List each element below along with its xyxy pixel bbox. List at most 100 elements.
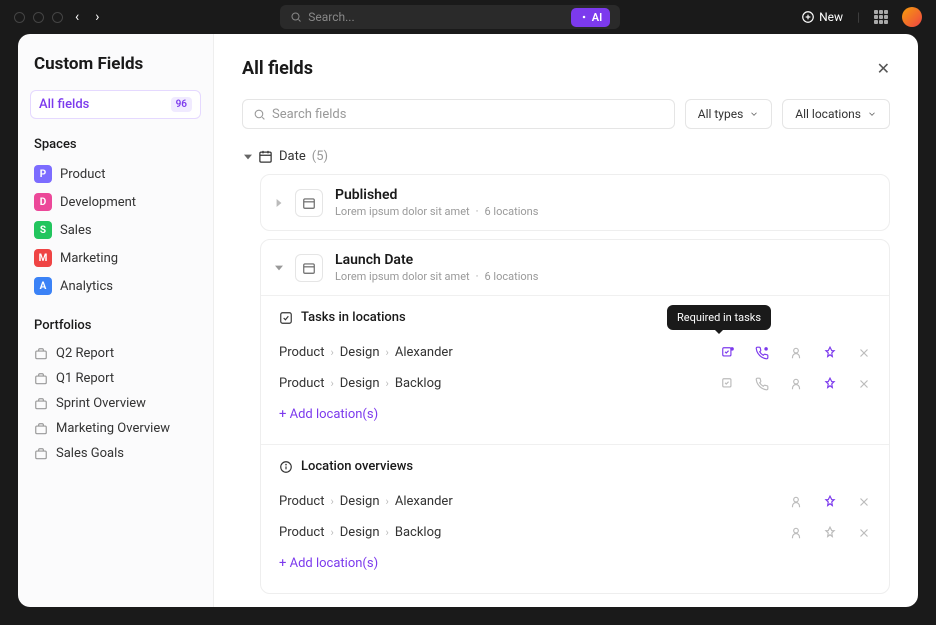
search-icon (290, 11, 302, 23)
info-icon (279, 460, 293, 474)
calendar-icon (295, 189, 323, 217)
sidebar-portfolio-item[interactable]: Sprint Overview (30, 391, 201, 416)
briefcase-icon (34, 397, 48, 411)
user-avatar[interactable] (902, 7, 922, 27)
remove-icon[interactable] (857, 526, 871, 540)
breadcrumb[interactable]: Product› Design› Alexander (279, 494, 453, 509)
user-icon[interactable] (789, 495, 803, 509)
space-icon: D (34, 193, 52, 211)
breadcrumb[interactable]: Product› Design› Alexander (279, 345, 453, 360)
chevron-down-icon (867, 109, 877, 119)
space-icon: A (34, 277, 52, 295)
sidebar-space-item[interactable]: M Marketing (30, 244, 201, 272)
caret-down-icon[interactable] (275, 264, 283, 272)
search-placeholder: Search... (308, 10, 354, 24)
phone-icon[interactable] (755, 377, 769, 391)
space-label: Marketing (60, 251, 118, 266)
spaces-header: Spaces (30, 137, 201, 152)
space-label: Development (60, 195, 136, 210)
phone-icon[interactable] (755, 346, 769, 360)
location-row: Product› Design› Backlog (279, 368, 871, 399)
sidebar-space-item[interactable]: D Development (30, 188, 201, 216)
search-icon (253, 108, 266, 121)
space-label: Analytics (60, 279, 113, 294)
apps-grid-icon[interactable] (874, 10, 888, 24)
sidebar-portfolio-item[interactable]: Marketing Overview (30, 416, 201, 441)
remove-icon[interactable] (857, 377, 871, 391)
pin-icon[interactable] (823, 377, 837, 391)
remove-icon[interactable] (857, 346, 871, 360)
location-row: Product› Design› Backlog (279, 517, 871, 548)
portfolio-label: Q1 Report (56, 371, 114, 386)
sidebar-all-fields[interactable]: All fields 96 (30, 90, 201, 119)
field-meta: Lorem ipsum dolor sit amet·6 locations (335, 270, 538, 283)
location-row: Product› Design› Alexander (279, 486, 871, 517)
portfolio-label: Marketing Overview (56, 421, 170, 436)
briefcase-icon (34, 347, 48, 361)
all-fields-count: 96 (171, 97, 192, 112)
field-name: Published (335, 187, 538, 203)
pin-icon[interactable] (823, 346, 837, 360)
chevron-down-icon (749, 109, 759, 119)
field-card-published[interactable]: Published Lorem ipsum dolor sit amet·6 l… (260, 174, 890, 231)
plus-circle-icon (801, 10, 815, 24)
briefcase-icon (34, 372, 48, 386)
overviews-panel-header: Location overviews (279, 459, 871, 474)
field-name: Launch Date (335, 252, 538, 268)
space-icon: M (34, 249, 52, 267)
field-meta: Lorem ipsum dolor sit amet·6 locations (335, 205, 538, 218)
pin-icon[interactable] (823, 495, 837, 509)
user-icon[interactable] (789, 526, 803, 540)
filter-types[interactable]: All types (685, 99, 773, 129)
breadcrumb[interactable]: Product› Design› Backlog (279, 525, 441, 540)
page-title: All fields (242, 58, 313, 79)
tooltip: Required in tasks (667, 305, 771, 330)
caret-right-icon[interactable] (275, 199, 283, 207)
add-location-button[interactable]: + Add location(s) (279, 399, 871, 430)
breadcrumb[interactable]: Product› Design› Backlog (279, 376, 441, 391)
space-icon: S (34, 221, 52, 239)
space-label: Sales (60, 223, 92, 238)
portfolio-label: Sprint Overview (56, 396, 146, 411)
sidebar-space-item[interactable]: P Product (30, 160, 201, 188)
briefcase-icon (34, 422, 48, 436)
sidebar-space-item[interactable]: A Analytics (30, 272, 201, 300)
calendar-icon (295, 254, 323, 282)
portfolios-header: Portfolios (30, 318, 201, 333)
field-card-launch-date[interactable]: Launch Date Lorem ipsum dolor sit amet·6… (260, 239, 890, 594)
sidebar-portfolio-item[interactable]: Q2 Report (30, 341, 201, 366)
nav-back-icon[interactable]: ‹ (75, 9, 79, 25)
space-icon: P (34, 165, 52, 183)
ai-button[interactable]: AI (571, 8, 611, 27)
sidebar-portfolio-item[interactable]: Sales Goals (30, 441, 201, 466)
user-icon[interactable] (789, 346, 803, 360)
required-task-icon[interactable] (721, 377, 735, 391)
new-button[interactable]: New (801, 10, 843, 24)
sparkle-icon (579, 12, 589, 22)
caret-down-icon (244, 153, 252, 161)
location-row: Required in tasks Product› Design› Alexa… (279, 337, 871, 368)
sidebar-space-item[interactable]: S Sales (30, 216, 201, 244)
space-label: Product (60, 167, 105, 182)
sidebar-portfolio-item[interactable]: Q1 Report (30, 366, 201, 391)
remove-icon[interactable] (857, 495, 871, 509)
portfolio-label: Sales Goals (56, 446, 124, 461)
nav-forward-icon[interactable]: › (95, 9, 99, 25)
global-search-input[interactable]: Search... AI (280, 5, 620, 29)
required-task-icon[interactable] (721, 346, 735, 360)
close-icon[interactable]: ✕ (877, 59, 890, 78)
portfolio-label: Q2 Report (56, 346, 114, 361)
window-controls[interactable] (14, 12, 63, 23)
briefcase-icon (34, 447, 48, 461)
sidebar-title: Custom Fields (30, 54, 201, 74)
tasks-panel-header: Tasks in locations (279, 310, 871, 325)
filter-locations[interactable]: All locations (782, 99, 890, 129)
all-fields-label: All fields (39, 97, 89, 112)
search-fields-input[interactable]: Search fields (242, 99, 675, 129)
calendar-icon (258, 149, 273, 164)
checkbox-icon (279, 311, 293, 325)
pin-icon[interactable] (823, 526, 837, 540)
user-icon[interactable] (789, 377, 803, 391)
add-location-button[interactable]: + Add location(s) (279, 548, 871, 579)
field-group-header[interactable]: Date (5) (242, 149, 890, 164)
